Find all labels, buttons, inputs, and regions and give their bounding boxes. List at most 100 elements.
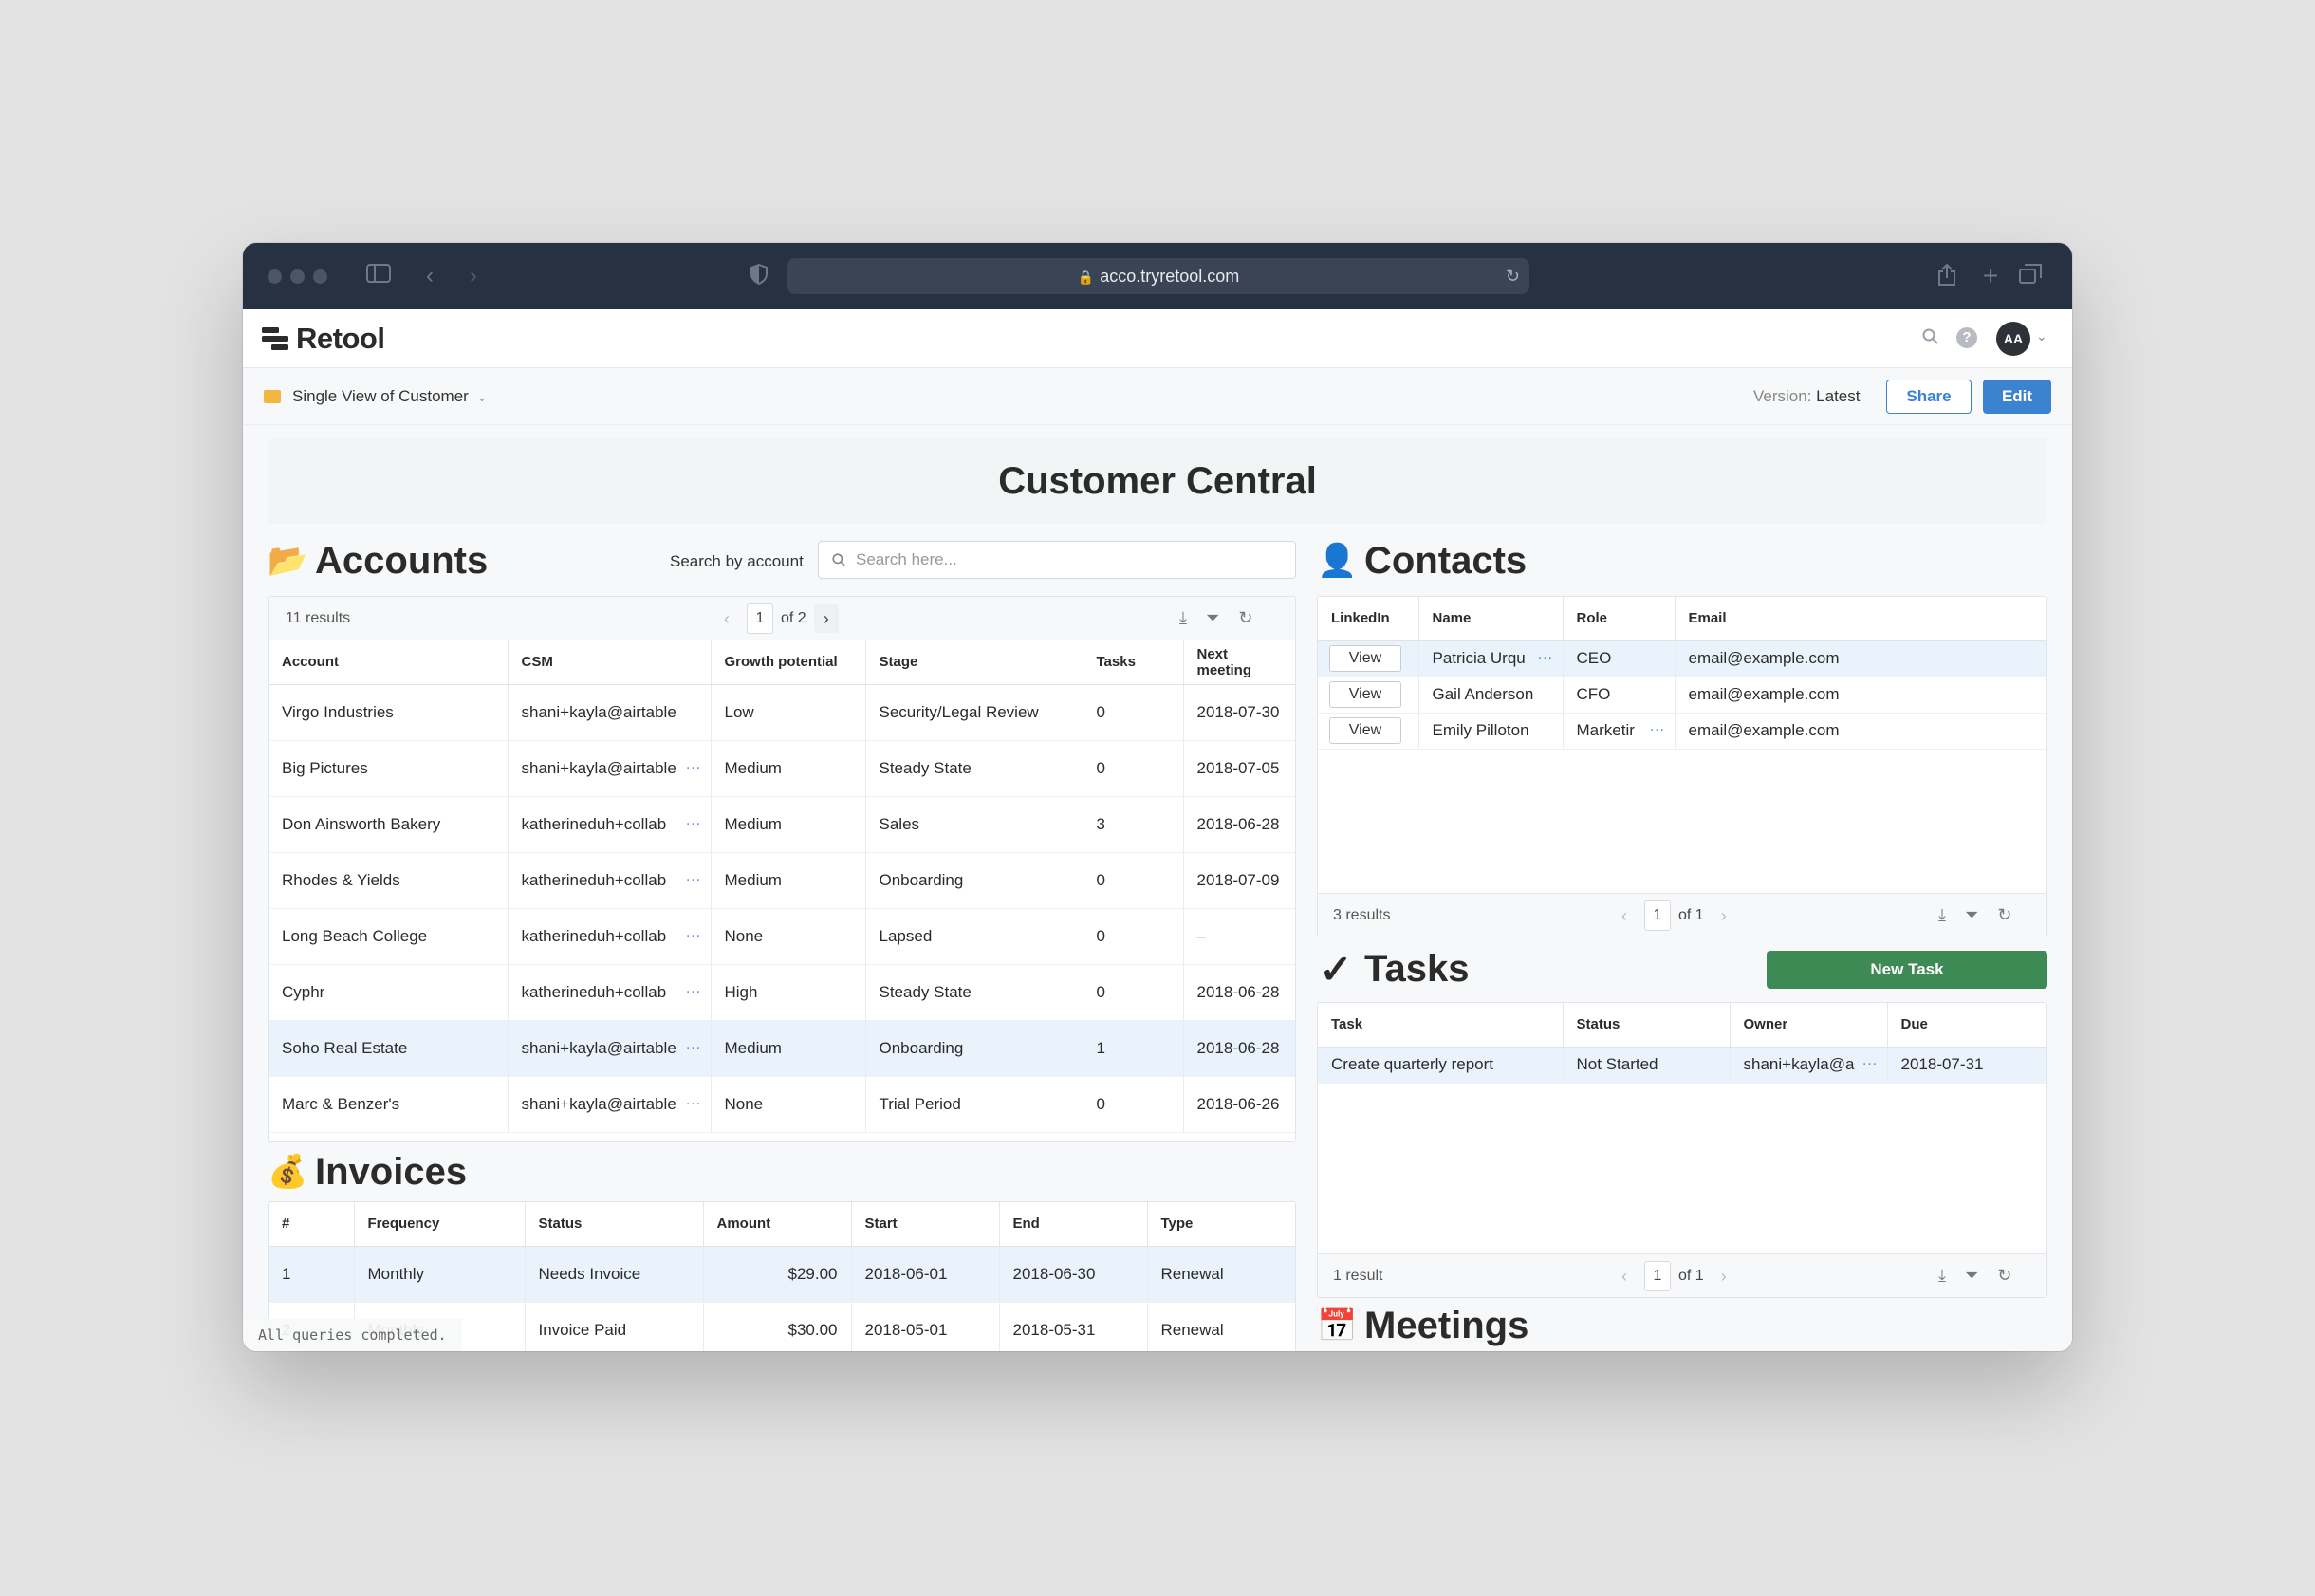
- table-cell[interactable]: 2018-06-28: [1183, 796, 1295, 853]
- table-row[interactable]: Don Ainsworth Bakery katherineduh+collab ·…: [269, 796, 1295, 853]
- table-row[interactable]: Cyphr katherineduh+collab ··· High Steady St…: [269, 964, 1295, 1021]
- column-header[interactable]: Status: [1563, 1003, 1731, 1048]
- table-cell[interactable]: shani+kayla@a ···: [1730, 1047, 1888, 1084]
- table-cell[interactable]: Marc & Benzer's: [269, 1076, 509, 1133]
- table-cell[interactable]: –: [1183, 908, 1295, 965]
- refresh-icon[interactable]: ↻: [1997, 905, 2011, 925]
- column-header[interactable]: Owner: [1730, 1003, 1888, 1048]
- table-cell[interactable]: 2018-06-30: [999, 1246, 1148, 1303]
- share-button[interactable]: Share: [1886, 380, 1972, 414]
- table-cell[interactable]: Medium: [711, 852, 866, 909]
- expand-cell-icon[interactable]: ···: [686, 1095, 701, 1112]
- avatar[interactable]: AA: [1996, 322, 2030, 356]
- column-header[interactable]: CSM: [508, 640, 712, 685]
- table-cell[interactable]: None: [711, 1076, 866, 1133]
- table-cell[interactable]: $30.00: [703, 1302, 852, 1351]
- table-cell[interactable]: 2018-07-31: [1887, 1047, 2046, 1084]
- table-cell[interactable]: 2018-07-09: [1183, 852, 1295, 909]
- column-header[interactable]: Amount: [703, 1202, 852, 1247]
- table-cell[interactable]: 2018-06-01: [851, 1246, 1000, 1303]
- view-linkedin-button[interactable]: View: [1329, 645, 1401, 672]
- column-header[interactable]: Next meeting: [1183, 640, 1295, 685]
- column-header[interactable]: Task: [1318, 1003, 1564, 1048]
- refresh-icon[interactable]: ↻: [1997, 1266, 2011, 1286]
- expand-cell-icon[interactable]: ···: [686, 1039, 701, 1056]
- table-cell[interactable]: shani+kayla@airtable ···: [508, 740, 712, 797]
- table-row[interactable]: Marc & Benzer's shani+kayla@airtable ··· No…: [269, 1076, 1295, 1133]
- expand-cell-icon[interactable]: ···: [1538, 650, 1553, 667]
- table-row[interactable]: 1 Monthly Needs Invoice $29.00 2018-06-01 201…: [269, 1246, 1295, 1303]
- retool-logo[interactable]: Retool: [262, 322, 385, 355]
- table-cell[interactable]: Patricia Urqu ···: [1418, 640, 1564, 677]
- table-cell[interactable]: Rhodes & Yields: [269, 852, 509, 909]
- table-cell[interactable]: Medium: [711, 740, 866, 797]
- table-cell[interactable]: Gail Anderson: [1418, 677, 1564, 714]
- table-cell[interactable]: 2018-06-28: [1183, 1020, 1295, 1077]
- table-cell[interactable]: Steady State: [865, 740, 1083, 797]
- table-cell[interactable]: email@example.com: [1675, 640, 2046, 677]
- table-cell[interactable]: Emily Pilloton: [1418, 713, 1564, 750]
- table-cell[interactable]: None: [711, 908, 866, 965]
- next-page-icon[interactable]: ›: [1712, 1262, 1736, 1290]
- column-header[interactable]: Growth potential: [711, 640, 866, 685]
- table-cell[interactable]: Steady State: [865, 964, 1083, 1021]
- chevron-down-icon[interactable]: ⌄: [2036, 328, 2047, 344]
- column-header[interactable]: #: [269, 1202, 355, 1247]
- table-cell[interactable]: CEO: [1563, 640, 1676, 677]
- table-cell[interactable]: 0: [1083, 740, 1184, 797]
- zoom-window-dot[interactable]: [313, 269, 327, 284]
- table-cell[interactable]: Needs Invoice: [525, 1246, 704, 1303]
- table-cell[interactable]: 0: [1083, 852, 1184, 909]
- sidebar-toggle-icon[interactable]: [364, 264, 393, 288]
- column-header[interactable]: Email: [1675, 597, 2046, 641]
- share-icon[interactable]: [1935, 263, 1958, 288]
- table-cell[interactable]: Medium: [711, 1020, 866, 1077]
- column-header[interactable]: Stage: [865, 640, 1083, 685]
- table-cell[interactable]: 0: [1083, 908, 1184, 965]
- column-header[interactable]: Due: [1887, 1003, 2046, 1048]
- app-name-dropdown[interactable]: Single View of Customer ⌄: [292, 385, 487, 409]
- refresh-icon[interactable]: ↻: [1238, 608, 1252, 628]
- table-cell[interactable]: Don Ainsworth Bakery: [269, 796, 509, 853]
- prev-page-icon[interactable]: ‹: [1612, 901, 1637, 930]
- table-cell[interactable]: Invoice Paid: [525, 1302, 704, 1351]
- expand-cell-icon[interactable]: ···: [686, 759, 701, 776]
- page-number-input[interactable]: 1: [1644, 900, 1671, 931]
- table-cell[interactable]: email@example.com: [1675, 713, 2046, 750]
- page-number-input[interactable]: 1: [1644, 1261, 1671, 1291]
- table-cell[interactable]: Security/Legal Review: [865, 684, 1083, 741]
- table-row[interactable]: Long Beach College katherineduh+collab ···…: [269, 908, 1295, 965]
- column-header[interactable]: Status: [525, 1202, 704, 1247]
- table-cell[interactable]: Renewal: [1147, 1302, 1295, 1351]
- view-linkedin-button[interactable]: View: [1329, 717, 1401, 744]
- column-header[interactable]: Tasks: [1083, 640, 1184, 685]
- tab-overview-icon[interactable]: [2017, 264, 2044, 288]
- column-header[interactable]: Account: [269, 640, 509, 685]
- table-row[interactable]: Create quarterly report Not Started shani+…: [1318, 1047, 2046, 1084]
- table-cell[interactable]: 0: [1083, 1076, 1184, 1133]
- table-cell[interactable]: Onboarding: [865, 852, 1083, 909]
- next-page-icon[interactable]: ›: [813, 604, 839, 633]
- table-cell[interactable]: Trial Period: [865, 1076, 1083, 1133]
- column-header[interactable]: Name: [1418, 597, 1564, 641]
- table-cell[interactable]: shani+kayla@airtable ···: [508, 1020, 712, 1077]
- table-cell[interactable]: shani+kayla@airtable: [508, 684, 712, 741]
- column-header[interactable]: Type: [1147, 1202, 1295, 1247]
- table-cell[interactable]: Cyphr: [269, 964, 509, 1021]
- table-cell[interactable]: CFO: [1563, 677, 1676, 714]
- table-cell[interactable]: Big Pictures: [269, 740, 509, 797]
- shield-icon[interactable]: [748, 263, 770, 288]
- account-search-input[interactable]: Search here...: [818, 541, 1296, 579]
- next-page-icon[interactable]: ›: [1712, 901, 1736, 930]
- table-cell[interactable]: 2018-05-31: [999, 1302, 1148, 1351]
- forward-icon[interactable]: ›: [463, 264, 484, 288]
- table-row[interactable]: Soho Real Estate shani+kayla@airtable ··· M…: [269, 1020, 1295, 1077]
- table-cell[interactable]: 0: [1083, 684, 1184, 741]
- table-row[interactable]: View Gail Anderson CFO email@example.com: [1318, 677, 2046, 714]
- column-header[interactable]: LinkedIn: [1318, 597, 1419, 641]
- table-cell[interactable]: Virgo Industries: [269, 684, 509, 741]
- download-icon[interactable]: ⤓: [1938, 1266, 1946, 1286]
- table-cell[interactable]: Low: [711, 684, 866, 741]
- new-task-button[interactable]: New Task: [1767, 951, 2047, 989]
- table-cell[interactable]: Lapsed: [865, 908, 1083, 965]
